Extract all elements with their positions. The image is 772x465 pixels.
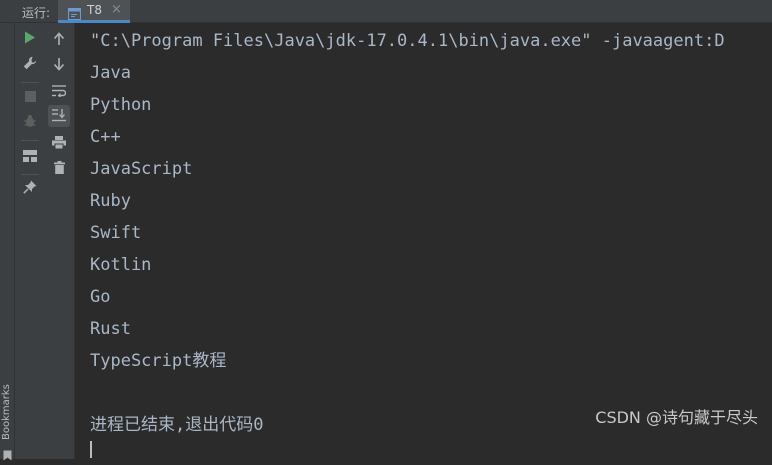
- pin-icon: [23, 179, 37, 198]
- toolbar-separator: [21, 140, 39, 141]
- run-label: 运行:: [22, 6, 51, 20]
- trash-icon: [53, 159, 65, 178]
- clear-all-button[interactable]: [48, 157, 70, 179]
- stop-button[interactable]: [19, 85, 41, 107]
- run-toolbar-secondary: [45, 23, 75, 459]
- console-output[interactable]: "C:\Program Files\Java\jdk-17.0.4.1\bin\…: [75, 23, 772, 459]
- console-line: TypeScript教程: [90, 351, 227, 371]
- console-line: Java: [90, 63, 131, 83]
- soft-wrap-icon: [52, 82, 67, 101]
- console-line: Kotlin: [90, 255, 152, 275]
- run-toolbar-primary: [15, 23, 45, 459]
- bookmarks-label: Bookmarks: [1, 384, 12, 440]
- soft-wrap-button[interactable]: [48, 80, 70, 102]
- run-tool-window-header: 运行: T8 ×: [0, 0, 772, 23]
- bookmark-icon: [3, 446, 12, 465]
- toolbar-separator: [21, 82, 39, 83]
- up-stack-frame-button[interactable]: [48, 28, 70, 50]
- down-stack-frame-button[interactable]: [48, 54, 70, 76]
- scroll-to-end-icon: [52, 107, 66, 126]
- tab-t8[interactable]: T8 ×: [58, 0, 130, 23]
- edit-configuration-button[interactable]: [19, 53, 41, 75]
- console-line: C++: [90, 127, 121, 147]
- toolbar-separator: [21, 174, 39, 175]
- arrow-up-icon: [53, 30, 65, 49]
- tab-label: T8: [87, 3, 102, 17]
- scroll-to-end-button[interactable]: [48, 105, 70, 127]
- console-line: Swift: [90, 223, 142, 243]
- console-line: JavaScript: [90, 159, 193, 179]
- layout-button[interactable]: [19, 145, 41, 167]
- print-button[interactable]: [48, 132, 70, 154]
- console-line: Python: [90, 95, 152, 115]
- run-icon: [24, 29, 36, 48]
- console-line-command: "C:\Program Files\Java\jdk-17.0.4.1\bin\…: [90, 31, 725, 51]
- console-line-exit-status: 进程已结束,退出代码0: [90, 415, 264, 435]
- close-icon[interactable]: ×: [111, 2, 122, 17]
- rerun-button[interactable]: [19, 27, 41, 49]
- debug-button[interactable]: [19, 111, 41, 133]
- wrench-icon: [23, 55, 37, 74]
- pin-tab-button[interactable]: [19, 177, 41, 199]
- stop-icon: [24, 87, 36, 106]
- printer-icon: [52, 134, 66, 153]
- console-line: Ruby: [90, 191, 131, 211]
- console-line: Go: [90, 287, 111, 307]
- watermark: CSDN @诗句藏于尽头: [595, 408, 758, 427]
- bookmarks-tool-button[interactable]: Bookmarks: [0, 380, 15, 461]
- layout-icon: [23, 147, 37, 166]
- console-line: Rust: [90, 319, 131, 339]
- console-tab-icon: [68, 5, 81, 24]
- text-cursor: [90, 441, 92, 458]
- arrow-down-icon: [53, 56, 65, 75]
- bug-icon: [23, 113, 37, 132]
